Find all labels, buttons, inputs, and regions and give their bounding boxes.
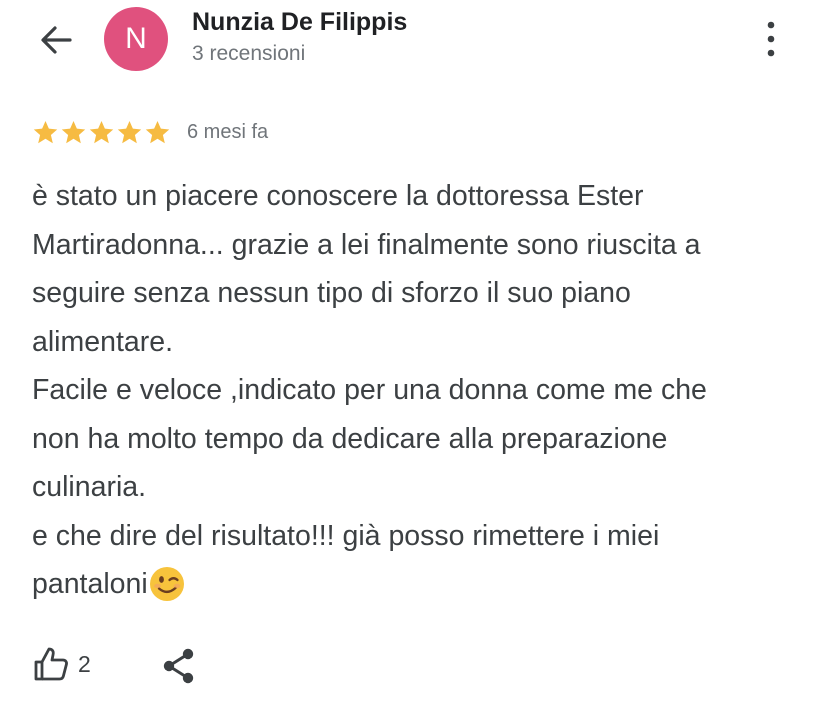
review-line: non ha molto tempo da dedicare alla prep… bbox=[32, 422, 668, 455]
star-rating bbox=[32, 119, 171, 146]
vertical-dots-icon bbox=[767, 21, 775, 57]
star-icon bbox=[61, 120, 86, 143]
review-line: pantaloni bbox=[32, 560, 812, 609]
winking-face-emoji bbox=[149, 567, 184, 601]
back-button[interactable] bbox=[36, 20, 76, 60]
arrow-left-icon bbox=[41, 26, 72, 54]
review-line: Martiradonna... grazie a lei finalmente … bbox=[32, 228, 701, 261]
author-name[interactable]: Nunzia De Filippis bbox=[192, 8, 407, 37]
review-line: e che dire del risultato!!! già posso ri… bbox=[32, 519, 660, 552]
share-icon bbox=[163, 648, 194, 684]
avatar[interactable]: N bbox=[104, 7, 168, 71]
review-text: è stato un piacere conoscere la dottores… bbox=[32, 172, 812, 609]
review-count: 3 recensioni bbox=[192, 42, 306, 65]
more-options-button[interactable] bbox=[756, 18, 786, 60]
thumbs-up-icon bbox=[34, 647, 68, 681]
review-line: Facile e veloce ,indicato per una donna … bbox=[32, 374, 707, 406]
avatar-letter: N bbox=[125, 22, 147, 55]
rating-row: 6 mesi fa bbox=[32, 117, 268, 147]
star-icon bbox=[33, 120, 58, 143]
star-icon bbox=[89, 120, 114, 143]
review-line: culinaria. bbox=[32, 471, 147, 503]
review-line: seguire senza nessun tipo di sforzo il s… bbox=[32, 277, 631, 309]
like-button[interactable]: 2 bbox=[32, 644, 91, 684]
like-count: 2 bbox=[78, 650, 91, 677]
star-icon bbox=[145, 120, 170, 143]
review-date: 6 mesi fa bbox=[187, 120, 269, 143]
review-line: alimentare. bbox=[32, 325, 173, 358]
share-button[interactable] bbox=[160, 646, 198, 686]
star-icon bbox=[117, 120, 142, 143]
review-line: è stato un piacere conoscere la dottores… bbox=[32, 180, 644, 212]
